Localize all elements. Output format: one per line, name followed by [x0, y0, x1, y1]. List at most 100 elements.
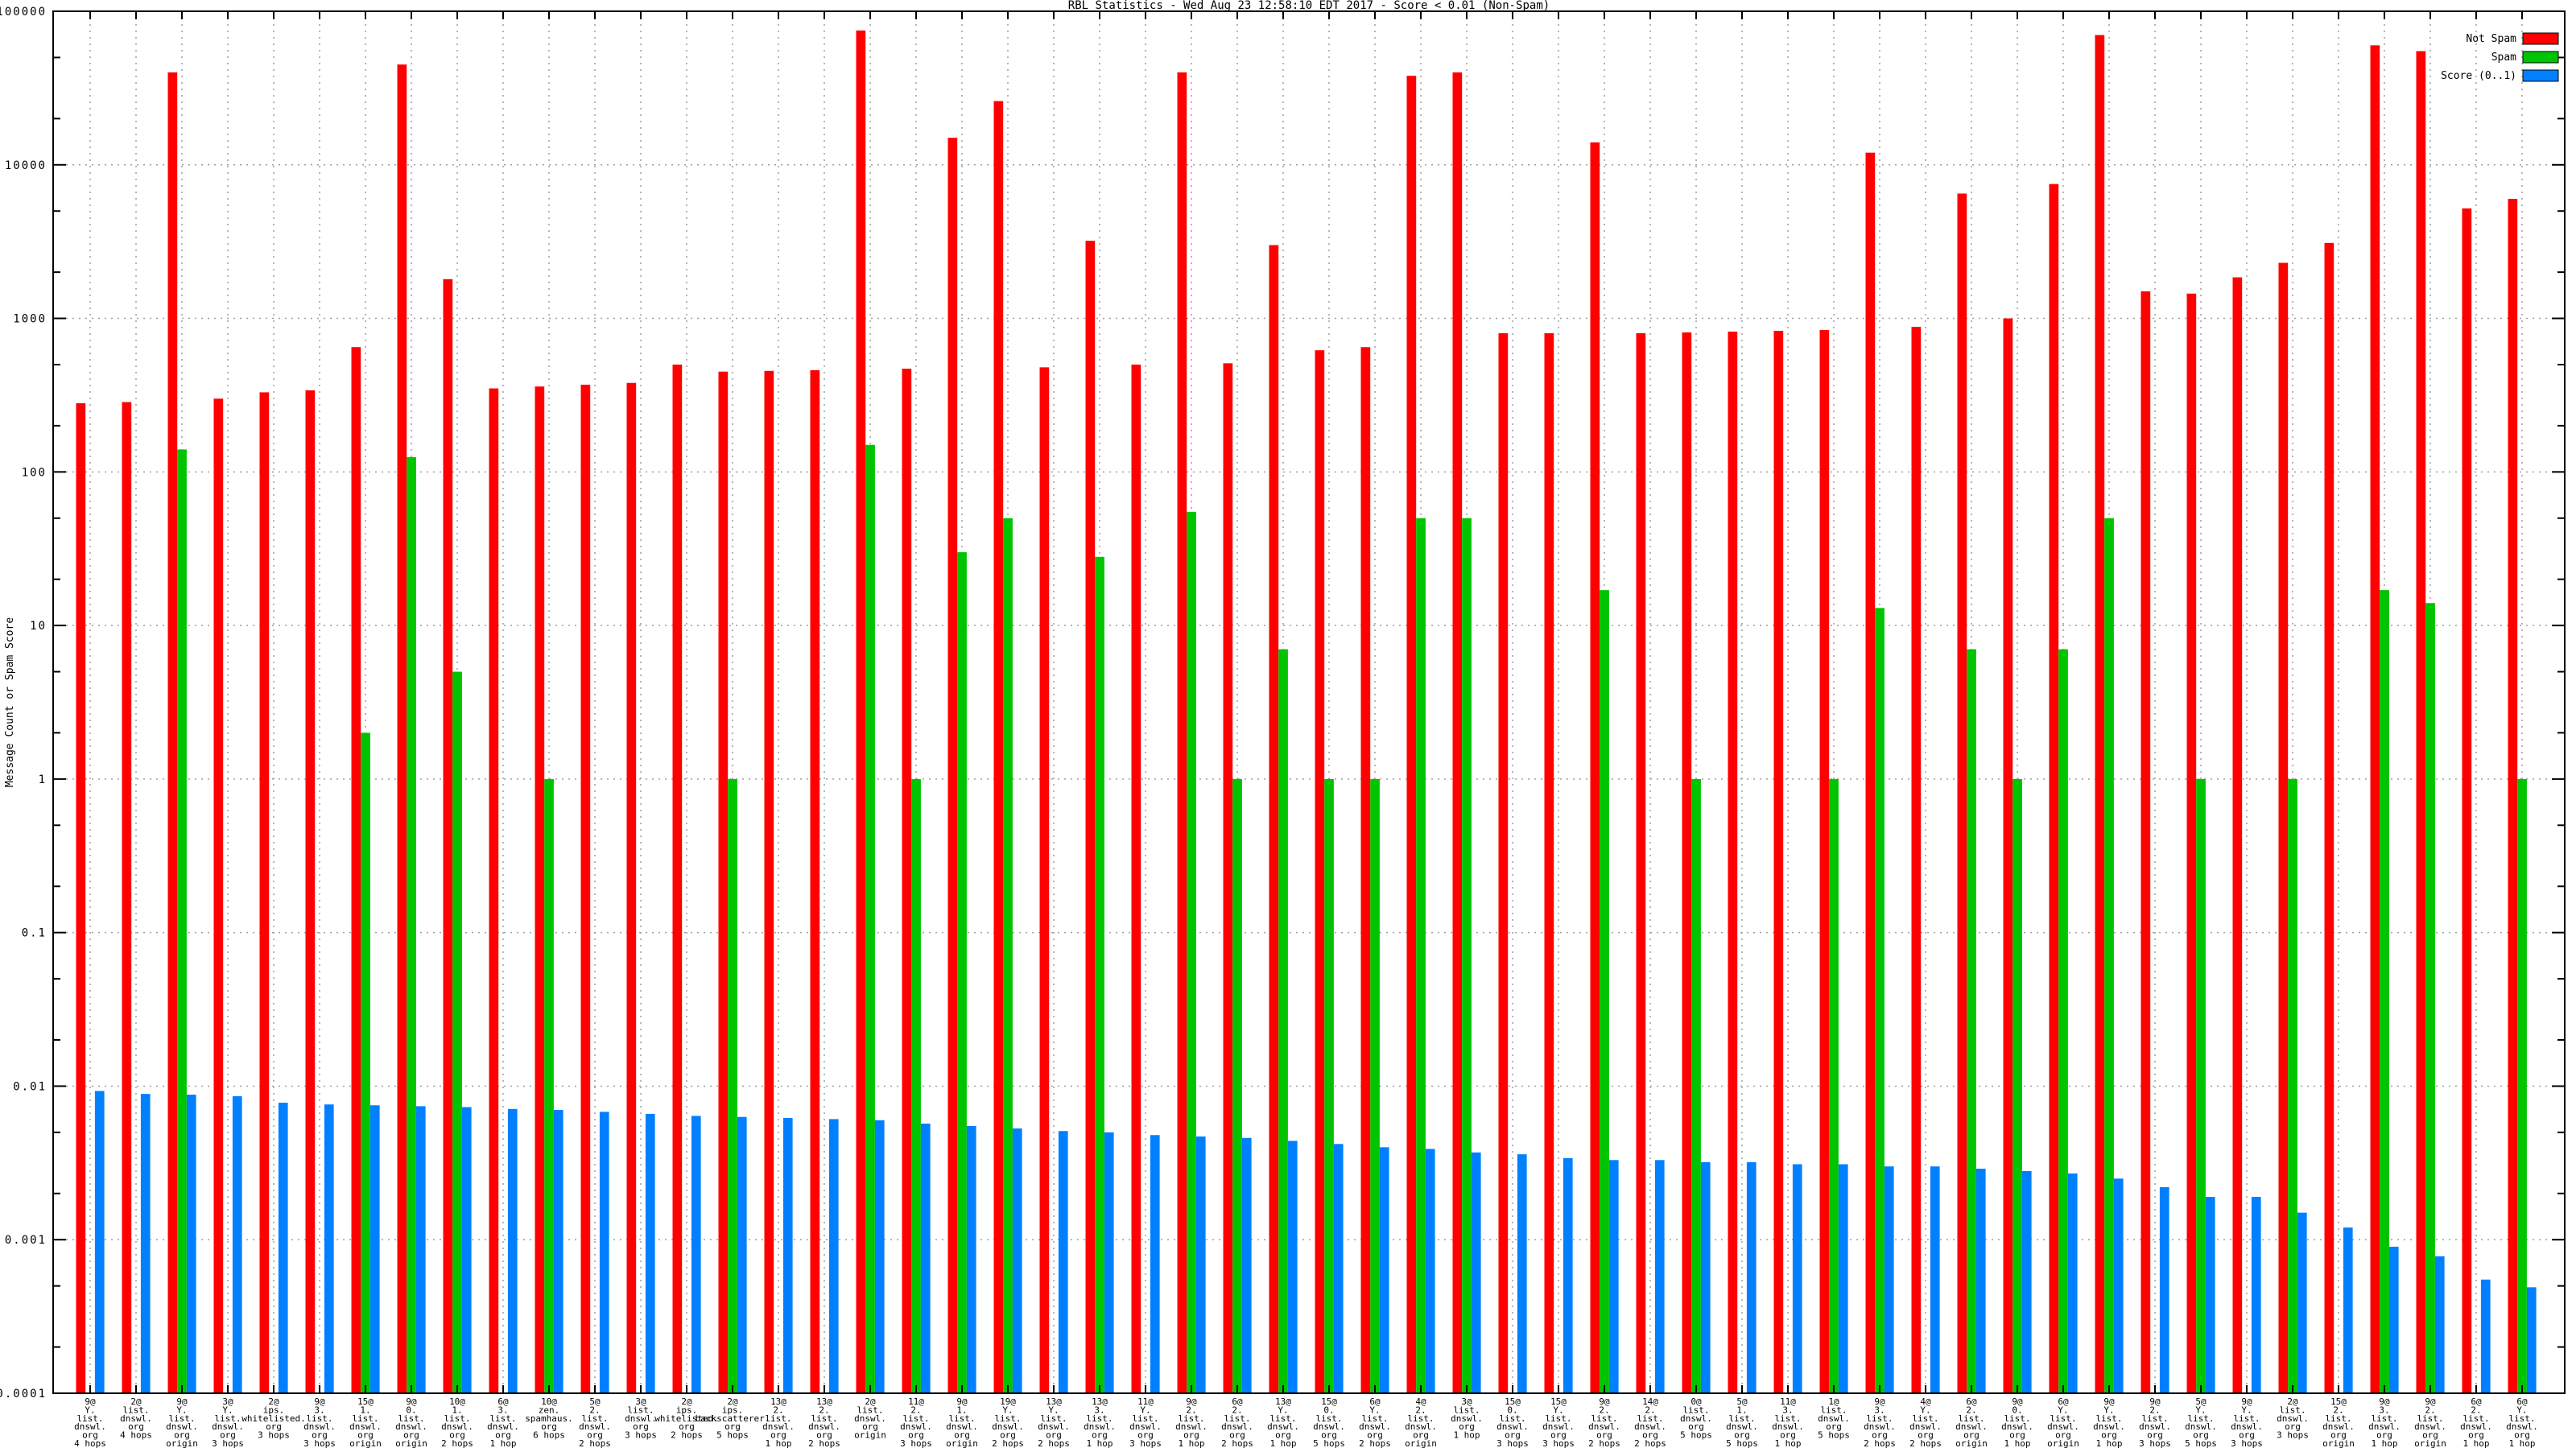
- bar-spam: [2104, 518, 2114, 1393]
- bar-not-spam: [1911, 327, 1922, 1394]
- y-tick-label: 1000: [13, 313, 47, 326]
- bar-not-spam: [2416, 51, 2426, 1393]
- bar-score: [1746, 1161, 1757, 1393]
- x-tick-label: 5 hops: [1680, 1430, 1712, 1441]
- x-tick-label: 2 hops: [1634, 1438, 1666, 1449]
- y-tick-label: 100: [22, 466, 47, 479]
- bar-spam: [452, 671, 462, 1393]
- bar-spam: [1324, 778, 1334, 1393]
- bar-not-spam: [1177, 72, 1187, 1394]
- bar-not-spam: [2186, 293, 2197, 1393]
- bar-spam: [957, 552, 967, 1394]
- x-tick-label: origin: [349, 1438, 382, 1449]
- x-tick-label: 2 hops: [992, 1438, 1024, 1449]
- x-tick-label: origin: [395, 1438, 427, 1449]
- bar-not-spam: [2003, 318, 2013, 1393]
- bar-spam: [1003, 518, 1013, 1393]
- bar-spam: [865, 444, 875, 1393]
- bar-not-spam: [1452, 72, 1463, 1394]
- bar-score: [1425, 1149, 1435, 1393]
- bar-not-spam: [443, 278, 453, 1393]
- bar-not-spam: [2049, 184, 2059, 1394]
- bar-score: [94, 1091, 105, 1393]
- bar-not-spam: [2508, 199, 2518, 1394]
- bar-score: [1608, 1160, 1619, 1393]
- bar-not-spam: [76, 403, 86, 1393]
- bar-score: [1838, 1164, 1848, 1393]
- bar-score: [2205, 1197, 2215, 1393]
- x-tick-label: 2 hops: [1588, 1438, 1620, 1449]
- y-tick-label: 0.001: [5, 1234, 47, 1247]
- bar-spam: [728, 778, 737, 1393]
- bar-score: [645, 1113, 655, 1393]
- bar-not-spam: [1131, 364, 1141, 1394]
- x-tick-label: origin: [166, 1438, 198, 1449]
- bar-not-spam: [1544, 333, 1554, 1393]
- bar-score: [1333, 1144, 1344, 1393]
- legend-label-score: Score (0..1): [2441, 70, 2516, 82]
- bar-not-spam: [2462, 208, 2472, 1394]
- bar-score: [1654, 1160, 1665, 1393]
- bar-score: [1058, 1131, 1068, 1393]
- bar-score: [140, 1094, 151, 1393]
- bar-not-spam: [1498, 333, 1509, 1393]
- bar-not-spam: [2232, 277, 2243, 1394]
- bar-not-spam: [764, 370, 774, 1394]
- x-tick-label: 1 hop: [1178, 1438, 1204, 1449]
- y-axis-title: Message Count or Spam Score: [4, 617, 16, 787]
- bar-not-spam: [993, 101, 1004, 1393]
- x-tick-label: 2 hops: [441, 1438, 473, 1449]
- bar-not-spam: [672, 364, 683, 1394]
- bar-not-spam: [856, 30, 866, 1393]
- bar-score: [2067, 1173, 2078, 1393]
- bar-score: [1104, 1132, 1114, 1393]
- x-tick-label: 3 hops: [1542, 1438, 1575, 1449]
- x-tick-label: 5 hops: [716, 1430, 749, 1441]
- bar-not-spam: [626, 382, 637, 1393]
- bar-score: [1975, 1169, 1986, 1393]
- bar-score: [324, 1104, 334, 1393]
- bar-not-spam: [489, 388, 499, 1393]
- bar-not-spam: [810, 369, 820, 1394]
- bar-not-spam: [1039, 367, 1050, 1393]
- x-tick-label: 3 hops: [625, 1430, 657, 1441]
- bar-spam: [1829, 778, 1839, 1393]
- bar-score: [415, 1106, 426, 1393]
- bar-not-spam: [535, 386, 545, 1394]
- x-tick-label: 1 hop: [765, 1438, 791, 1449]
- bar-score: [2343, 1227, 2353, 1393]
- bar-score: [782, 1118, 793, 1393]
- bar-spam: [177, 449, 187, 1393]
- bar-spam: [1462, 518, 1472, 1393]
- bar-spam: [1370, 778, 1380, 1393]
- x-tick-label: 2 hops: [808, 1438, 840, 1449]
- x-tick-label: origin: [1405, 1438, 1437, 1449]
- bar-spam: [1691, 778, 1701, 1393]
- bar-spam: [361, 732, 370, 1393]
- bar-not-spam: [2095, 35, 2105, 1393]
- bar-score: [278, 1103, 288, 1393]
- bar-score: [1930, 1166, 1940, 1393]
- bar-not-spam: [1865, 152, 1876, 1393]
- x-tick-label: 1 hop: [2508, 1438, 2535, 1449]
- x-tick-label: origin: [1955, 1438, 1988, 1449]
- bar-not-spam: [902, 369, 912, 1393]
- x-tick-label: 1 hop: [2095, 1438, 2122, 1449]
- x-tick-label: 1 hop: [1453, 1430, 1480, 1441]
- x-tick-label: 5 hops: [1818, 1430, 1850, 1441]
- x-tick-label: 1 hop: [1774, 1438, 1801, 1449]
- bar-spam: [2380, 590, 2389, 1393]
- x-tick-label: 1 hop: [2371, 1438, 2397, 1449]
- bar-not-spam: [213, 398, 224, 1393]
- bar-not-spam: [397, 64, 407, 1394]
- x-tick-label: 2 hops: [1864, 1438, 1896, 1449]
- x-tick-label: 2 hops: [579, 1438, 611, 1449]
- bar-spam: [544, 778, 554, 1393]
- bar-not-spam: [1269, 245, 1279, 1393]
- legend-label-spam: Spam: [2491, 52, 2516, 64]
- bar-not-spam: [167, 72, 178, 1394]
- bar-not-spam: [2370, 45, 2380, 1393]
- x-tick-label: 3 hops: [258, 1430, 290, 1441]
- bar-score: [1195, 1136, 1206, 1393]
- bar-spam: [1416, 518, 1426, 1393]
